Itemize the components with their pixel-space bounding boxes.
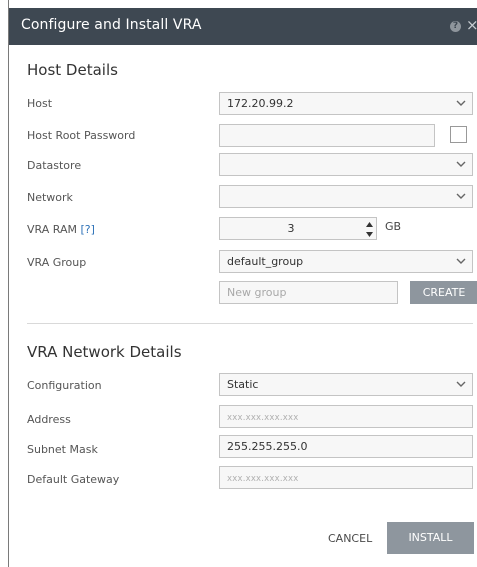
host-label: Host (27, 97, 53, 110)
datastore-label: Datastore (27, 159, 82, 172)
dialog-title: Configure and Install VRA (21, 17, 202, 33)
subnet-mask-label: Subnet Mask (27, 443, 98, 456)
network-label: Network (27, 191, 73, 204)
vra-group-select[interactable]: default_group (219, 250, 473, 273)
chevron-down-icon (456, 161, 466, 167)
help-icon[interactable]: ? (450, 21, 461, 32)
section-divider (27, 323, 473, 324)
dialog-title-bar: Configure and Install VRA ? × (9, 8, 477, 45)
configuration-select[interactable]: Static (219, 373, 473, 396)
host-details-heading: Host Details (27, 61, 118, 79)
datastore-select[interactable] (219, 153, 473, 176)
install-button[interactable]: INSTALL (387, 522, 474, 554)
vra-group-label: VRA Group (27, 256, 87, 269)
new-group-input[interactable]: New group (219, 281, 398, 304)
vra-ram-unit: GB (385, 220, 402, 233)
configure-install-vra-dialog: Configure and Install VRA ? × Host Detai… (8, 0, 477, 567)
show-password-checkbox[interactable] (450, 126, 467, 143)
chevron-down-icon (456, 193, 466, 199)
root-password-label: Host Root Password (27, 129, 136, 142)
chevron-down-icon (456, 258, 466, 264)
default-gateway-input[interactable]: xxx.xxx.xxx.xxx (219, 466, 473, 489)
network-select[interactable] (219, 185, 473, 208)
host-select[interactable]: 172.20.99.2 (219, 92, 473, 115)
ram-stepper-icon[interactable] (365, 219, 374, 240)
vra-ram-label: VRA RAM [?] (27, 223, 95, 236)
default-gateway-label: Default Gateway (27, 473, 120, 486)
close-icon[interactable]: × (466, 17, 477, 33)
chevron-down-icon (456, 100, 466, 106)
chevron-down-icon (456, 381, 466, 387)
vra-ram-input[interactable]: 3 (219, 217, 377, 240)
vra-ram-help-link[interactable]: [?] (80, 223, 94, 236)
address-label: Address (27, 413, 71, 426)
create-group-button[interactable]: CREATE (410, 281, 477, 304)
cancel-button[interactable]: CANCEL (328, 532, 372, 545)
subnet-mask-input[interactable]: 255.255.255.0 (219, 435, 473, 458)
address-input[interactable]: xxx.xxx.xxx.xxx (219, 405, 473, 428)
root-password-input[interactable] (219, 124, 435, 147)
configuration-label: Configuration (27, 379, 102, 392)
host-value: 172.20.99.2 (227, 97, 294, 110)
network-details-heading: VRA Network Details (27, 343, 182, 361)
